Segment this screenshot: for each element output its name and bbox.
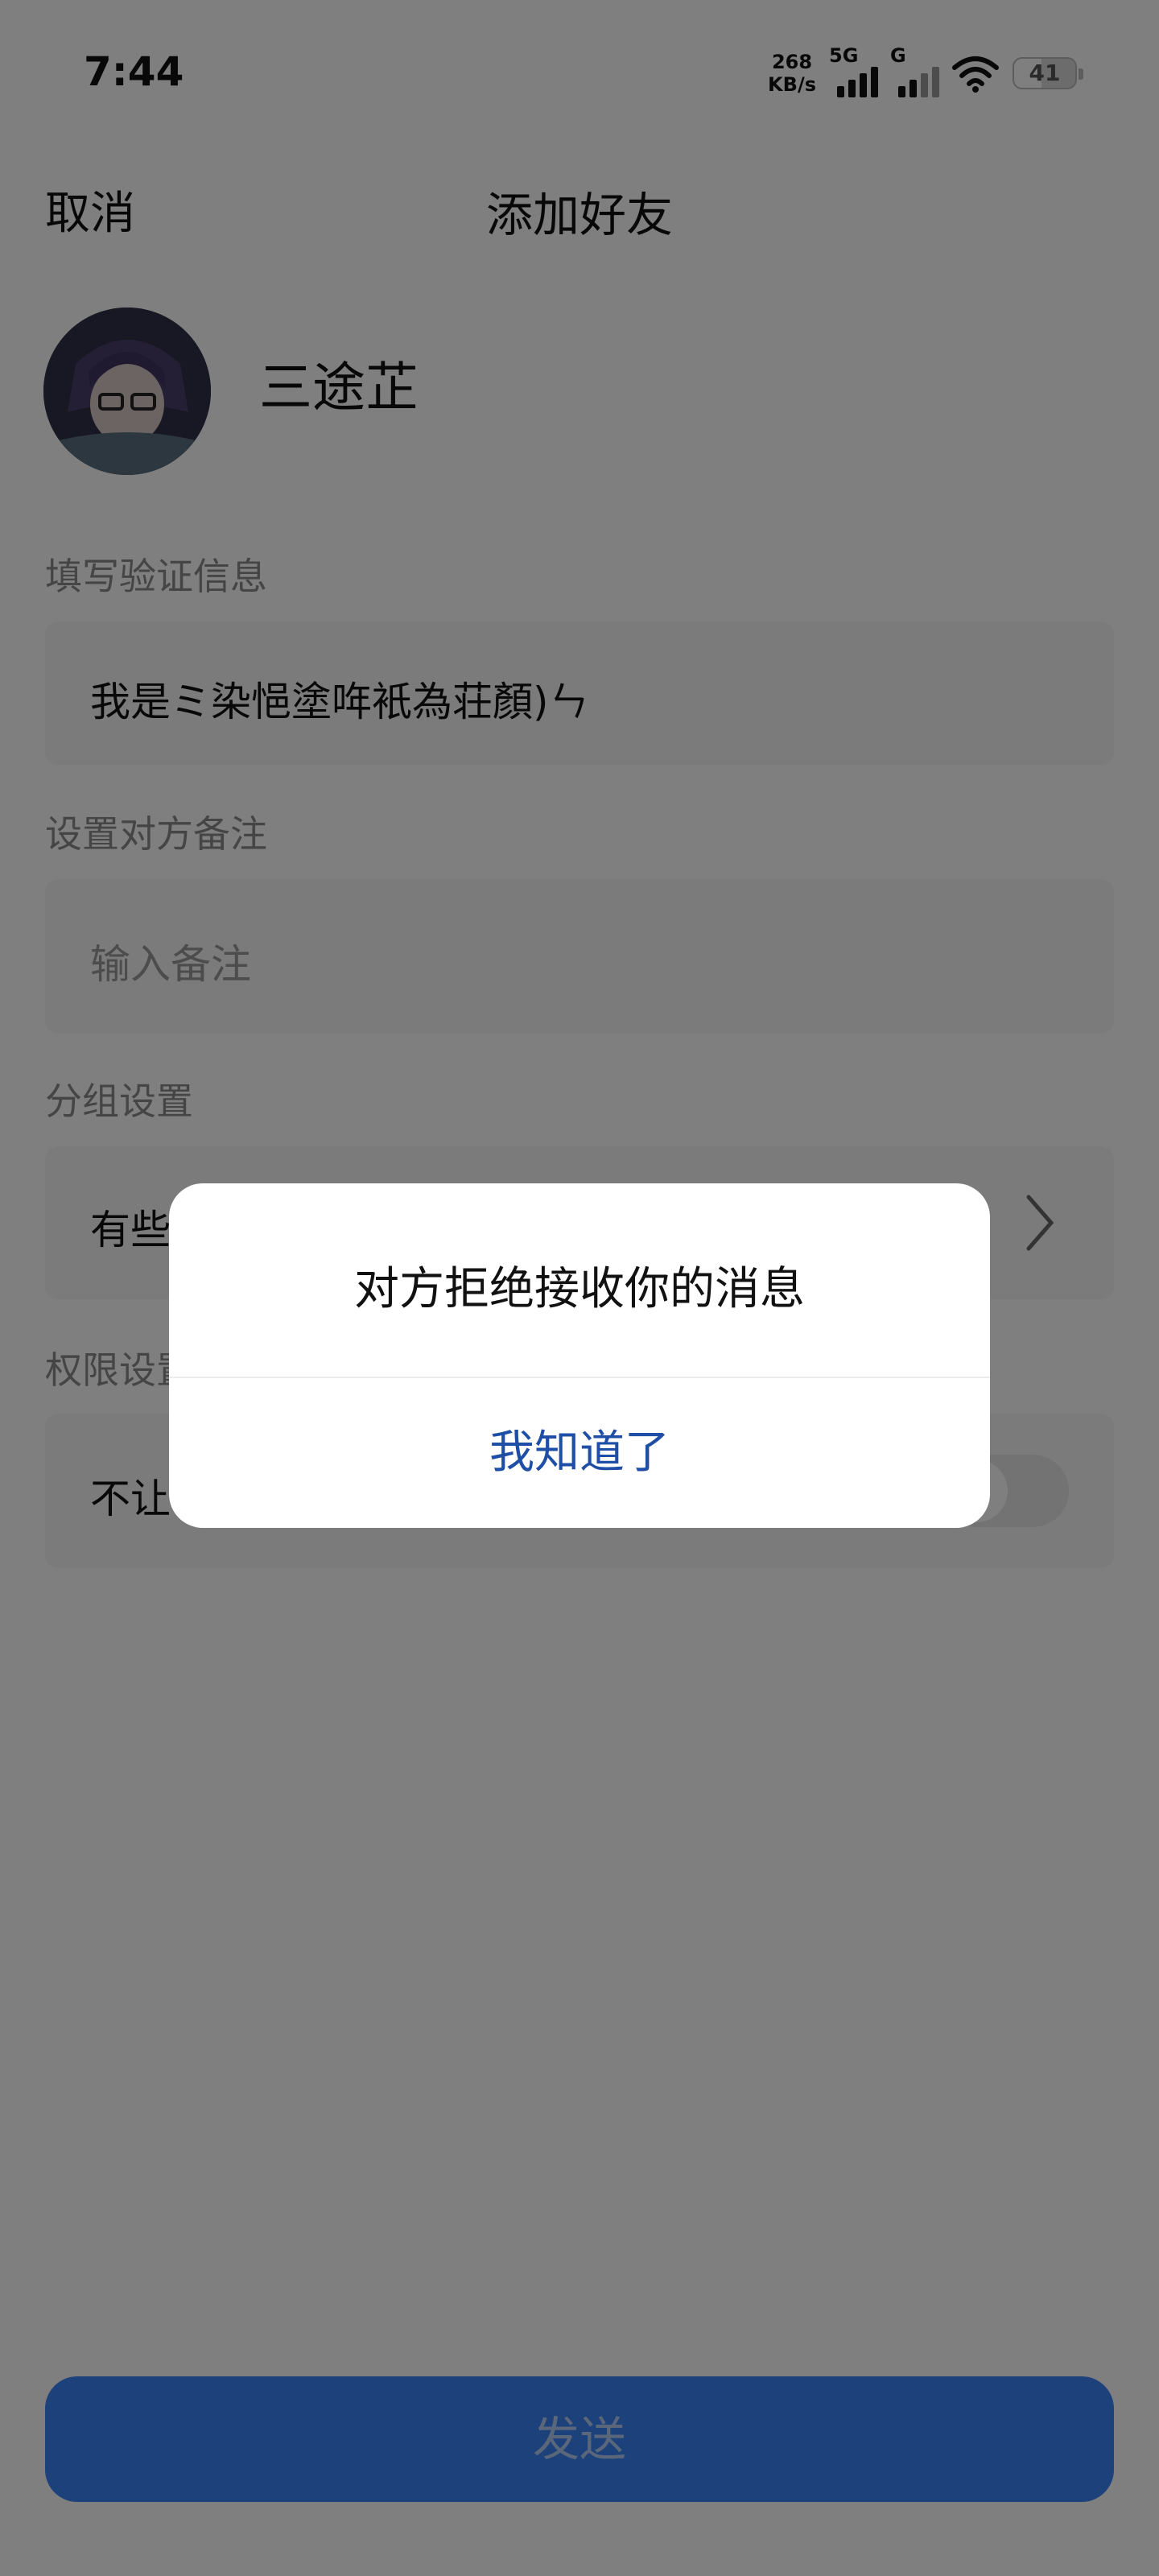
dialog-message: 对方拒绝接收你的消息 xyxy=(354,1263,805,1315)
dialog-confirm-button[interactable]: 我知道了 xyxy=(169,1378,990,1528)
alert-dialog: 对方拒绝接收你的消息 我知道了 xyxy=(169,1183,990,1528)
add-friend-screen: 7:44 268 KB/s 5G G 41 xyxy=(0,0,1159,2576)
